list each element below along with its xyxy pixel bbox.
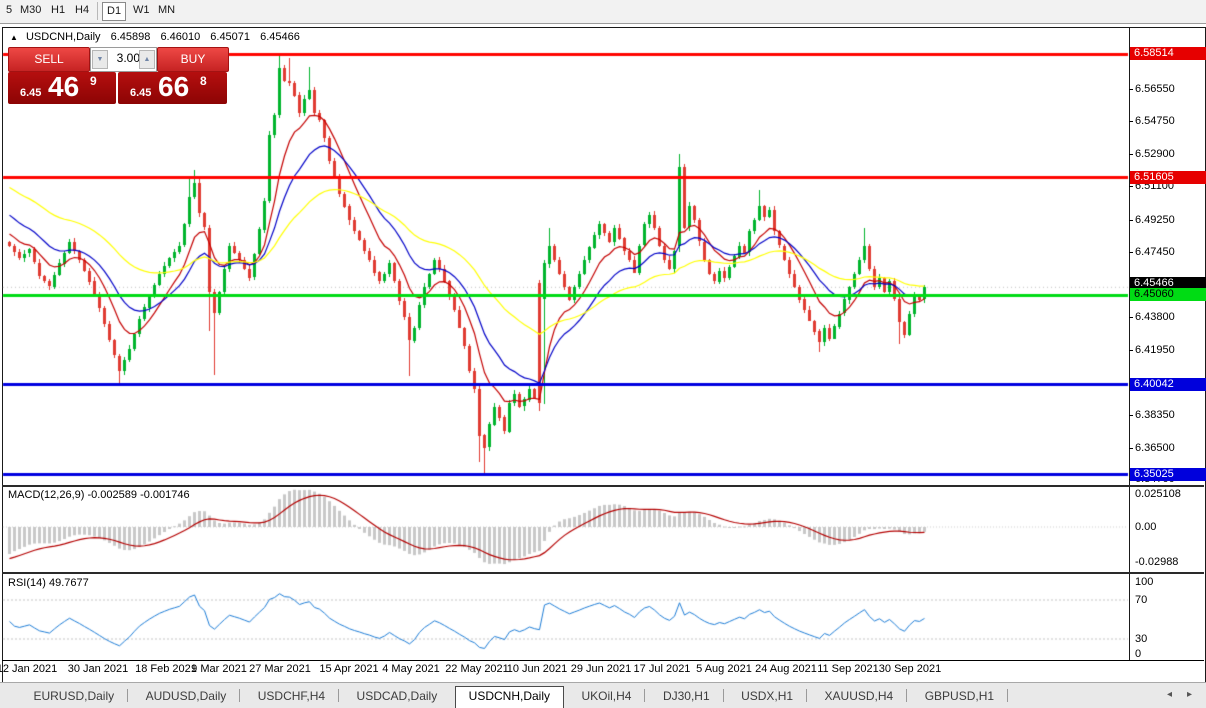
resistance-price-badge: 6.51605	[1130, 171, 1206, 184]
date-label: 27 Mar 2021	[242, 663, 318, 675]
price-tick: 6.43800	[1135, 311, 1201, 324]
period-button-h1[interactable]: H1	[47, 2, 69, 19]
toolbar-separator	[97, 2, 98, 20]
price-tick: 6.41950	[1135, 344, 1201, 357]
trading-terminal: 5 M30 H1 H4 D1 W1 MN ▲ USDCNH,Daily 6.45…	[0, 0, 1206, 708]
support-price-badge: 6.45060	[1130, 288, 1206, 301]
tab-separator	[338, 689, 339, 702]
chart-symbol-period: USDCNH,Daily	[26, 31, 101, 43]
sell-price-big: 46	[48, 71, 79, 103]
ohlc-high: 6.46010	[160, 31, 200, 43]
macd-panel-separator[interactable]	[2, 485, 1204, 487]
tab-dj30[interactable]: DJ30,H1	[650, 687, 723, 706]
collapse-icon[interactable]: ▲	[10, 33, 18, 42]
tab-scroll-left-icon[interactable]: ◂	[1167, 689, 1172, 700]
ohlc-low: 6.45071	[210, 31, 250, 43]
period-button-h4[interactable]: H4	[71, 2, 93, 19]
support-price-badge: 6.35025	[1130, 468, 1206, 481]
tab-usdcnh-active[interactable]: USDCNH,Daily	[455, 686, 564, 708]
tab-separator	[723, 689, 724, 702]
tab-separator	[806, 689, 807, 702]
rsi-axis-tick: 70	[1135, 594, 1201, 606]
chart-header: ▲ USDCNH,Daily 6.45898 6.46010 6.45071 6…	[10, 31, 307, 43]
period-button-d1[interactable]: D1	[102, 2, 126, 21]
price-tick: 6.52900	[1135, 148, 1201, 161]
date-label: 12 Jan 2021	[0, 663, 65, 675]
macd-indicator-label: MACD(12,26,9) -0.002589 -0.001746	[8, 489, 190, 501]
buy-price-big: 66	[158, 71, 189, 103]
macd-axis-tick: 0.00	[1135, 521, 1201, 533]
sell-price-sup: 9	[90, 74, 97, 88]
volume-increment-icon[interactable]: ▲	[139, 50, 155, 69]
date-label: 30 Sep 2021	[872, 663, 948, 675]
date-label: 4 May 2021	[373, 663, 449, 675]
rsi-panel-separator[interactable]	[2, 572, 1204, 574]
tab-ukoil[interactable]: UKOil,H4	[568, 687, 644, 706]
buy-price-prefix: 6.45	[130, 87, 151, 99]
price-tick: 6.38350	[1135, 409, 1201, 422]
rsi-axis-tick: 30	[1135, 633, 1201, 645]
volume-input[interactable]: 3.00	[106, 48, 140, 69]
sell-price-display[interactable]: 6.45 46 9	[8, 72, 116, 104]
period-button-mn[interactable]: MN	[154, 2, 179, 19]
price-tick: 6.49250	[1135, 214, 1201, 227]
tab-separator	[127, 689, 128, 702]
one-click-trade-widget: SELL ▼ 3.00 ▲ BUY 6.45 46 9 6.45 66 8	[8, 47, 227, 104]
period-button-w1[interactable]: W1	[129, 2, 154, 19]
rsi-indicator-label: RSI(14) 49.7677	[8, 577, 89, 589]
tab-usdx[interactable]: USDX,H1	[728, 687, 806, 706]
chart-tab-bar: EURUSD,Daily AUDUSD,Daily USDCHF,H4 USDC…	[0, 682, 1206, 708]
ohlc-close: 6.45466	[260, 31, 300, 43]
period-toolbar: 5 M30 H1 H4 D1 W1 MN	[0, 0, 1206, 24]
tab-eurusd[interactable]: EURUSD,Daily	[20, 687, 127, 706]
date-label: 30 Jan 2021	[60, 663, 136, 675]
price-tick: 6.56550	[1135, 83, 1201, 96]
ohlc-open: 6.45898	[111, 31, 151, 43]
tab-audusd[interactable]: AUDUSD,Daily	[133, 687, 240, 706]
sell-price-prefix: 6.45	[20, 87, 41, 99]
tab-scroll-right-icon[interactable]: ▸	[1187, 689, 1192, 700]
sell-button[interactable]: SELL	[8, 47, 90, 72]
period-button-m5[interactable]: 5	[2, 2, 16, 19]
macd-axis-tick: 0.025108	[1135, 488, 1201, 500]
buy-price-display[interactable]: 6.45 66 8	[118, 72, 227, 104]
price-axis-separator	[1129, 28, 1130, 660]
buy-button[interactable]: BUY	[157, 47, 229, 72]
tab-separator	[906, 689, 907, 702]
rsi-axis-tick: 0	[1135, 648, 1201, 660]
tab-separator	[239, 689, 240, 702]
price-tick: 6.36500	[1135, 442, 1201, 455]
date-axis-separator	[2, 660, 1204, 661]
price-tick: 6.54750	[1135, 115, 1201, 128]
period-button-m30[interactable]: M30	[16, 2, 45, 19]
tab-usdcad[interactable]: USDCAD,Daily	[344, 687, 451, 706]
tab-usdchf[interactable]: USDCHF,H4	[245, 687, 338, 706]
macd-axis-tick: -0.02988	[1135, 556, 1201, 568]
buy-price-sup: 8	[200, 74, 207, 88]
tab-separator	[644, 689, 645, 702]
rsi-axis-tick: 100	[1135, 576, 1201, 588]
price-chart-canvas[interactable]	[2, 28, 1129, 660]
resistance-price-badge: 6.58514	[1130, 47, 1206, 60]
tab-gbpusd[interactable]: GBPUSD,H1	[912, 687, 1007, 706]
volume-spinner: ▼ 3.00 ▲	[90, 47, 157, 72]
support-price-badge: 6.40042	[1130, 378, 1206, 391]
tab-xauusd[interactable]: XAUUSD,H4	[812, 687, 907, 706]
price-tick: 6.47450	[1135, 246, 1201, 259]
tab-separator	[1007, 689, 1008, 702]
